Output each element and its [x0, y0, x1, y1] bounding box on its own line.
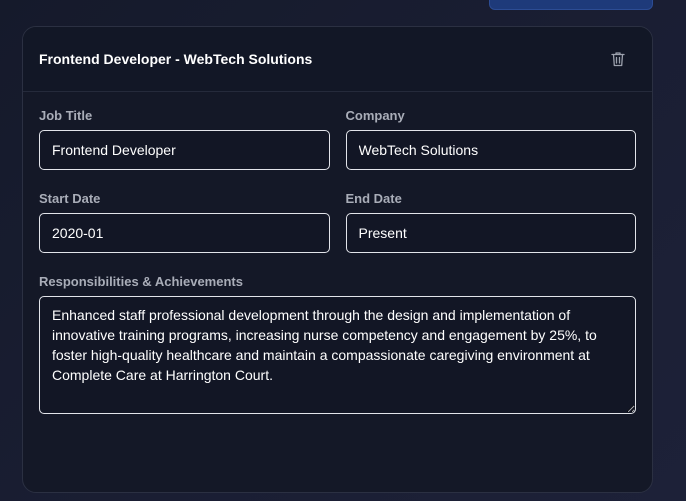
top-action-button[interactable] [489, 0, 653, 10]
company-label: Company [345, 108, 405, 123]
end-date-field: End Date [345, 190, 636, 253]
company-input[interactable] [345, 130, 636, 170]
company-field: Company [345, 107, 636, 170]
end-date-label: End Date [345, 191, 402, 206]
start-date-input[interactable] [39, 213, 330, 253]
card-header: Frontend Developer - WebTech Solutions [23, 27, 652, 92]
job-title-input[interactable] [39, 130, 330, 170]
trash-icon [611, 52, 625, 67]
entry-title: Frontend Developer - WebTech Solutions [39, 51, 313, 67]
responsibilities-label: Responsibilities & Achievements [39, 274, 243, 289]
responsibilities-textarea[interactable]: Enhanced staff professional development … [39, 296, 636, 414]
start-date-label: Start Date [39, 191, 101, 206]
start-date-field: Start Date [39, 190, 330, 253]
delete-entry-button[interactable] [608, 49, 628, 69]
responsibilities-field: Responsibilities & Achievements Enhanced… [39, 273, 636, 419]
job-title-field: Job Title [39, 107, 330, 170]
end-date-input[interactable] [345, 213, 636, 253]
experience-entry-card: Frontend Developer - WebTech Solutions J… [22, 26, 653, 493]
job-title-label: Job Title [39, 108, 93, 123]
